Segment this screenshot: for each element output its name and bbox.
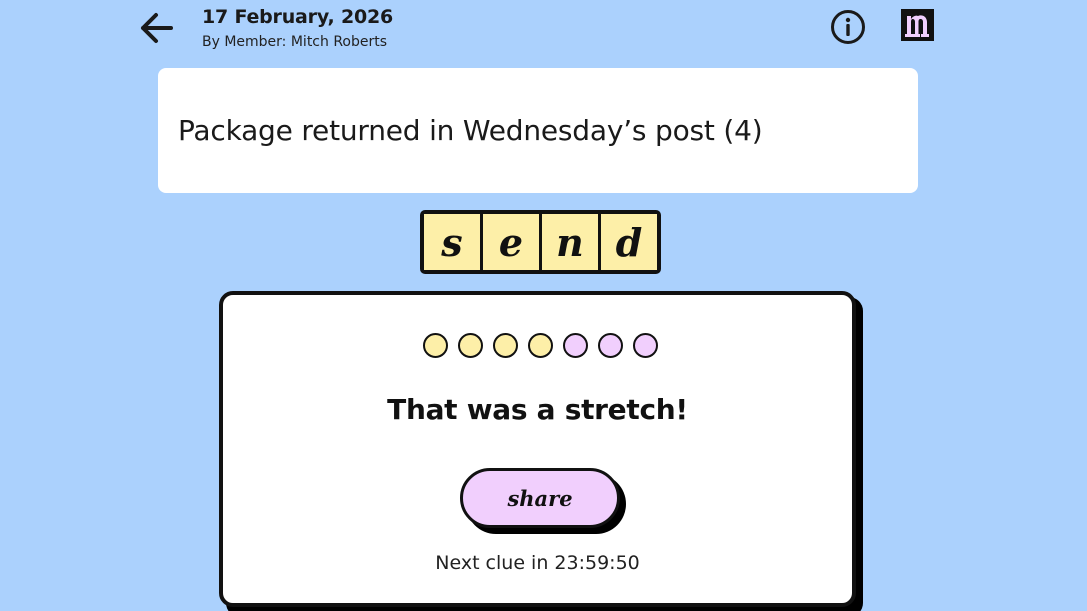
result-card: That was a stretch! share Next clue in 2… <box>219 291 856 607</box>
info-button[interactable] <box>830 9 866 45</box>
attempt-dot <box>598 333 623 358</box>
n-logo-icon <box>901 9 934 41</box>
clue-card: Package returned in Wednesday’s post (4) <box>158 68 918 193</box>
attempt-dot <box>458 333 483 358</box>
attempt-dot <box>633 333 658 358</box>
answer-tiles: s e n d <box>420 210 661 274</box>
result-message: That was a stretch! <box>387 393 688 426</box>
share-button[interactable]: share <box>460 468 620 528</box>
next-clue-countdown: Next clue in 23:59:50 <box>435 552 640 574</box>
attempt-dot <box>423 333 448 358</box>
answer-tile: s <box>424 214 480 270</box>
attempt-dot <box>493 333 518 358</box>
puzzle-author: By Member: Mitch Roberts <box>202 34 388 50</box>
back-button[interactable] <box>136 10 176 46</box>
arrow-left-icon <box>141 13 173 43</box>
attempt-indicators <box>423 333 658 358</box>
answer-tile: n <box>542 214 598 270</box>
attempt-dot <box>563 333 588 358</box>
puzzle-date: 17 February, 2026 <box>202 6 394 28</box>
answer-tile: e <box>483 214 539 270</box>
puzzle-page: 17 February, 2026 By Member: Mitch Rober… <box>0 0 1087 611</box>
answer-tile: d <box>601 214 657 270</box>
info-icon <box>831 10 865 44</box>
puzzle-header: 17 February, 2026 By Member: Mitch Rober… <box>202 6 393 50</box>
logo-button[interactable] <box>899 8 937 44</box>
attempt-dot <box>528 333 553 358</box>
clue-text: Package returned in Wednesday’s post (4) <box>178 114 763 147</box>
